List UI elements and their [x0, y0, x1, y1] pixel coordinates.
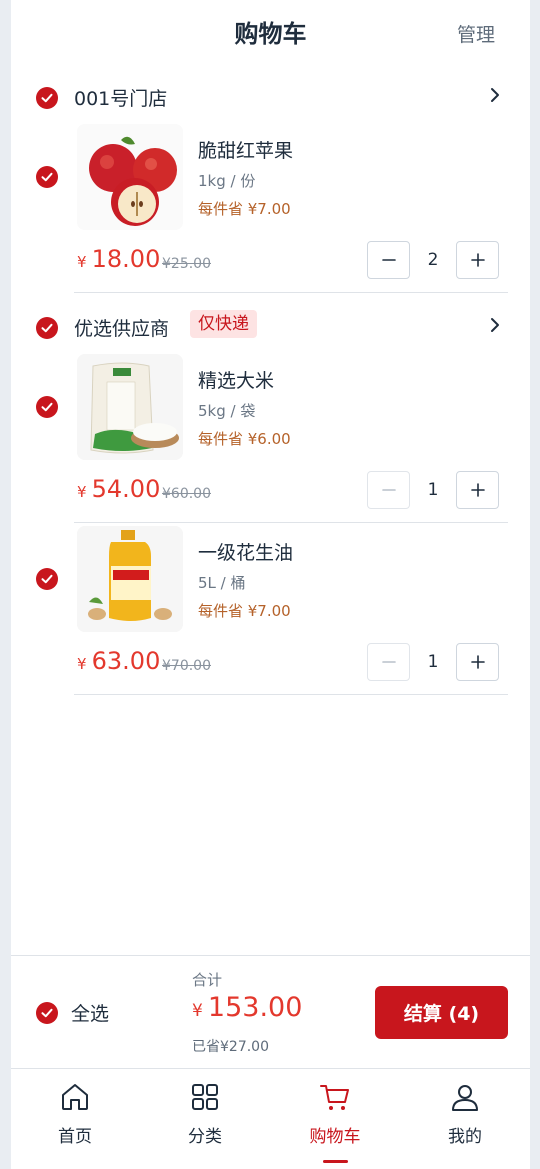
original-price: ¥25.00 — [162, 256, 211, 272]
increase-button[interactable] — [456, 471, 499, 509]
check-icon — [41, 402, 53, 412]
select-all-label[interactable]: 全选 — [71, 999, 109, 1026]
store-checkbox[interactable] — [36, 317, 58, 339]
tab-cart[interactable]: 购物车 — [275, 1081, 395, 1147]
price-value: 63.00 — [91, 647, 161, 675]
check-icon — [41, 323, 53, 333]
cart-item: 一级花生油 5L / 桶 每件省 ¥7.00 ¥ 63.00 ¥70.00 1 — [11, 526, 530, 695]
store-header[interactable]: 优选供应商 仅快递 — [11, 308, 530, 348]
home-icon — [62, 1084, 88, 1110]
minus-icon — [381, 661, 396, 663]
tab-label: 分类 — [188, 1127, 222, 1147]
active-tab-indicator — [323, 1160, 348, 1163]
chevron-right-icon[interactable] — [488, 86, 502, 104]
total-saved: 已省¥27.00 — [192, 1039, 269, 1055]
quantity-value[interactable]: 2 — [411, 250, 455, 270]
cart-item: 脆甜红苹果 1kg / 份 每件省 ¥7.00 ¥ 18.00 ¥25.00 2 — [11, 124, 530, 293]
store-name: 优选供应商 — [74, 318, 170, 340]
grid-icon — [192, 1084, 218, 1110]
increase-button[interactable] — [456, 643, 499, 681]
item-checkbox[interactable] — [36, 166, 58, 188]
item-saving: 每件省 ¥7.00 — [198, 200, 291, 218]
price-value: 18.00 — [91, 245, 161, 273]
plus-icon — [470, 483, 485, 497]
store-name: 001号门店 — [74, 88, 168, 110]
cart-icon — [320, 1085, 349, 1110]
checkout-button[interactable]: 结算 (4) — [375, 986, 508, 1039]
tab-category[interactable]: 分类 — [145, 1081, 265, 1147]
store-checkbox[interactable] — [36, 87, 58, 109]
total-price: ¥ 153.00 — [192, 992, 302, 1023]
item-checkbox[interactable] — [36, 396, 58, 418]
item-saving: 每件省 ¥6.00 — [198, 430, 291, 448]
minus-icon — [381, 259, 396, 261]
check-icon — [41, 1008, 53, 1018]
item-name: 精选大米 — [198, 370, 275, 392]
shipping-tag: 仅快递 — [190, 310, 257, 338]
plus-icon — [470, 655, 485, 669]
price-value: 54.00 — [91, 475, 161, 503]
original-price: ¥70.00 — [162, 658, 211, 674]
divider — [74, 292, 508, 293]
quantity-value[interactable]: 1 — [411, 480, 455, 500]
store-header[interactable]: 001号门店 — [11, 78, 530, 118]
decrease-button[interactable] — [367, 643, 410, 681]
tab-label: 我的 — [448, 1127, 482, 1147]
divider — [74, 522, 508, 523]
tab-label: 首页 — [58, 1127, 92, 1147]
tab-label: 购物车 — [309, 1127, 361, 1147]
price-currency: ¥ — [77, 655, 87, 673]
item-spec: 1kg / 份 — [198, 172, 256, 190]
check-icon — [41, 93, 53, 103]
item-name: 一级花生油 — [198, 542, 294, 564]
minus-icon — [381, 489, 396, 491]
decrease-button[interactable] — [367, 241, 410, 279]
check-icon — [41, 574, 53, 584]
chevron-right-icon[interactable] — [488, 316, 502, 334]
user-icon — [452, 1085, 478, 1111]
quantity-value[interactable]: 1 — [411, 652, 455, 672]
cart-item: 精选大米 5kg / 袋 每件省 ¥6.00 ¥ 54.00 ¥60.00 1 — [11, 354, 530, 523]
plus-icon — [470, 253, 485, 267]
item-spec: 5kg / 袋 — [198, 402, 256, 420]
increase-button[interactable] — [456, 241, 499, 279]
tab-home[interactable]: 首页 — [15, 1081, 135, 1147]
manage-button[interactable]: 管理 — [457, 20, 495, 47]
item-price: ¥ 18.00 — [77, 245, 160, 273]
total-value: 153.00 — [207, 992, 303, 1023]
peanut-oil-image[interactable] — [77, 526, 183, 632]
price-currency: ¥ — [77, 483, 87, 501]
apple-image[interactable] — [77, 124, 183, 230]
original-price: ¥60.00 — [162, 486, 211, 502]
item-price: ¥ 63.00 — [77, 647, 160, 675]
checkout-bar: 全选 合计 ¥ 153.00 已省¥27.00 结算 (4) — [11, 955, 530, 1068]
total-currency: ¥ — [192, 1001, 203, 1021]
item-price: ¥ 54.00 — [77, 475, 160, 503]
rice-bag-image[interactable] — [77, 354, 183, 460]
item-saving: 每件省 ¥7.00 — [198, 602, 291, 620]
bottom-tab-bar: 首页 分类 购物车 我的 — [11, 1068, 530, 1169]
page-title: 购物车 — [234, 20, 307, 48]
cart-page: 购物车 管理 001号门店 脆甜红苹果 1kg / 份 每件省 ¥7.00 ¥ … — [11, 0, 530, 1169]
select-all-checkbox[interactable] — [36, 1002, 58, 1024]
top-bar: 购物车 管理 — [11, 0, 530, 66]
item-checkbox[interactable] — [36, 568, 58, 590]
item-spec: 5L / 桶 — [198, 574, 246, 592]
check-icon — [41, 172, 53, 182]
price-currency: ¥ — [77, 253, 87, 271]
total-label: 合计 — [192, 971, 223, 989]
divider — [74, 694, 508, 695]
item-name: 脆甜红苹果 — [198, 140, 294, 162]
tab-mine[interactable]: 我的 — [405, 1081, 525, 1147]
decrease-button[interactable] — [367, 471, 410, 509]
